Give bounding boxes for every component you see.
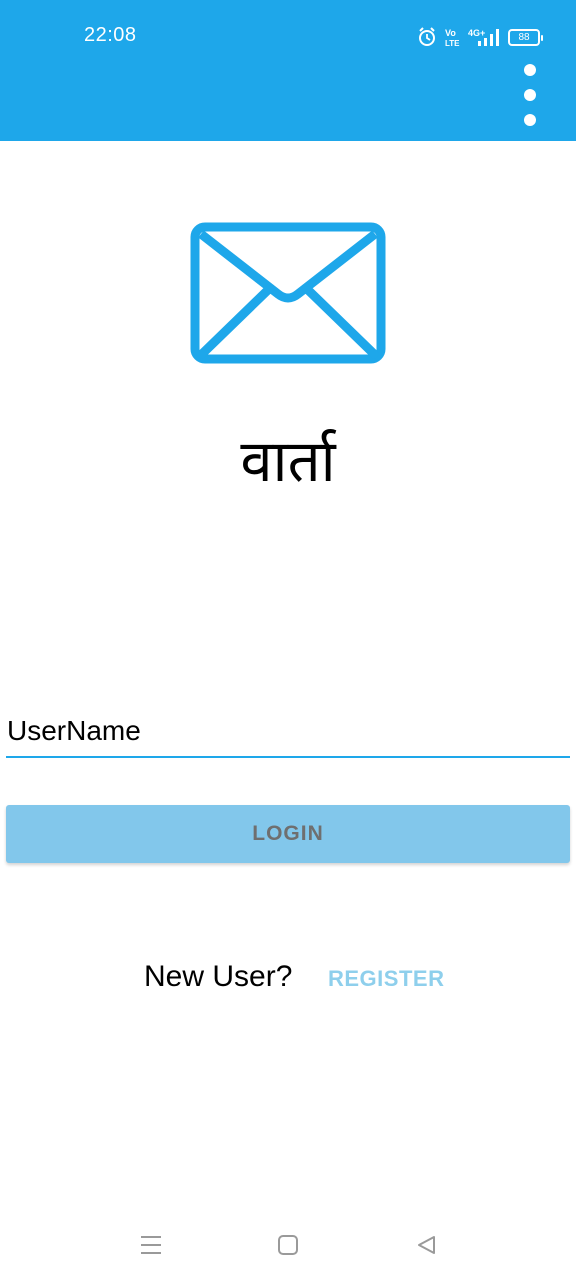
username-input[interactable] [6,706,570,758]
status-icons: Vo LTE 4G+ 88 [418,25,543,49]
menu-dot [524,114,536,126]
battery-icon: 88 [508,28,543,46]
svg-text:LTE: LTE [445,39,460,47]
status-time: 22:08 [84,24,137,46]
back-triangle-icon[interactable] [411,1230,441,1260]
volte-icon: Vo LTE [444,27,460,47]
envelope-icon [190,222,386,364]
svg-text:Vo: Vo [445,28,456,38]
home-square-icon[interactable] [273,1230,303,1260]
svg-text:4G+: 4G+ [468,28,485,38]
menu-dot [524,64,536,76]
signal-icon: 4G+ [468,27,500,47]
register-button[interactable]: REGISTER [328,966,444,992]
alarm-icon [418,27,436,47]
app-bar: 22:08 Vo LTE 4G+ 88 [0,0,576,141]
login-button[interactable]: LOGIN [6,805,570,863]
new-user-label: New User? [144,960,293,993]
system-nav-bar [0,1210,576,1280]
app-name: वार्ता [240,427,336,495]
login-screen: 22:08 Vo LTE 4G+ 88 वार्ता UserName LOGI… [0,0,576,1280]
menu-dot [524,89,536,101]
menu-lines-icon[interactable] [136,1230,166,1260]
more-vertical-icon[interactable] [510,64,550,126]
